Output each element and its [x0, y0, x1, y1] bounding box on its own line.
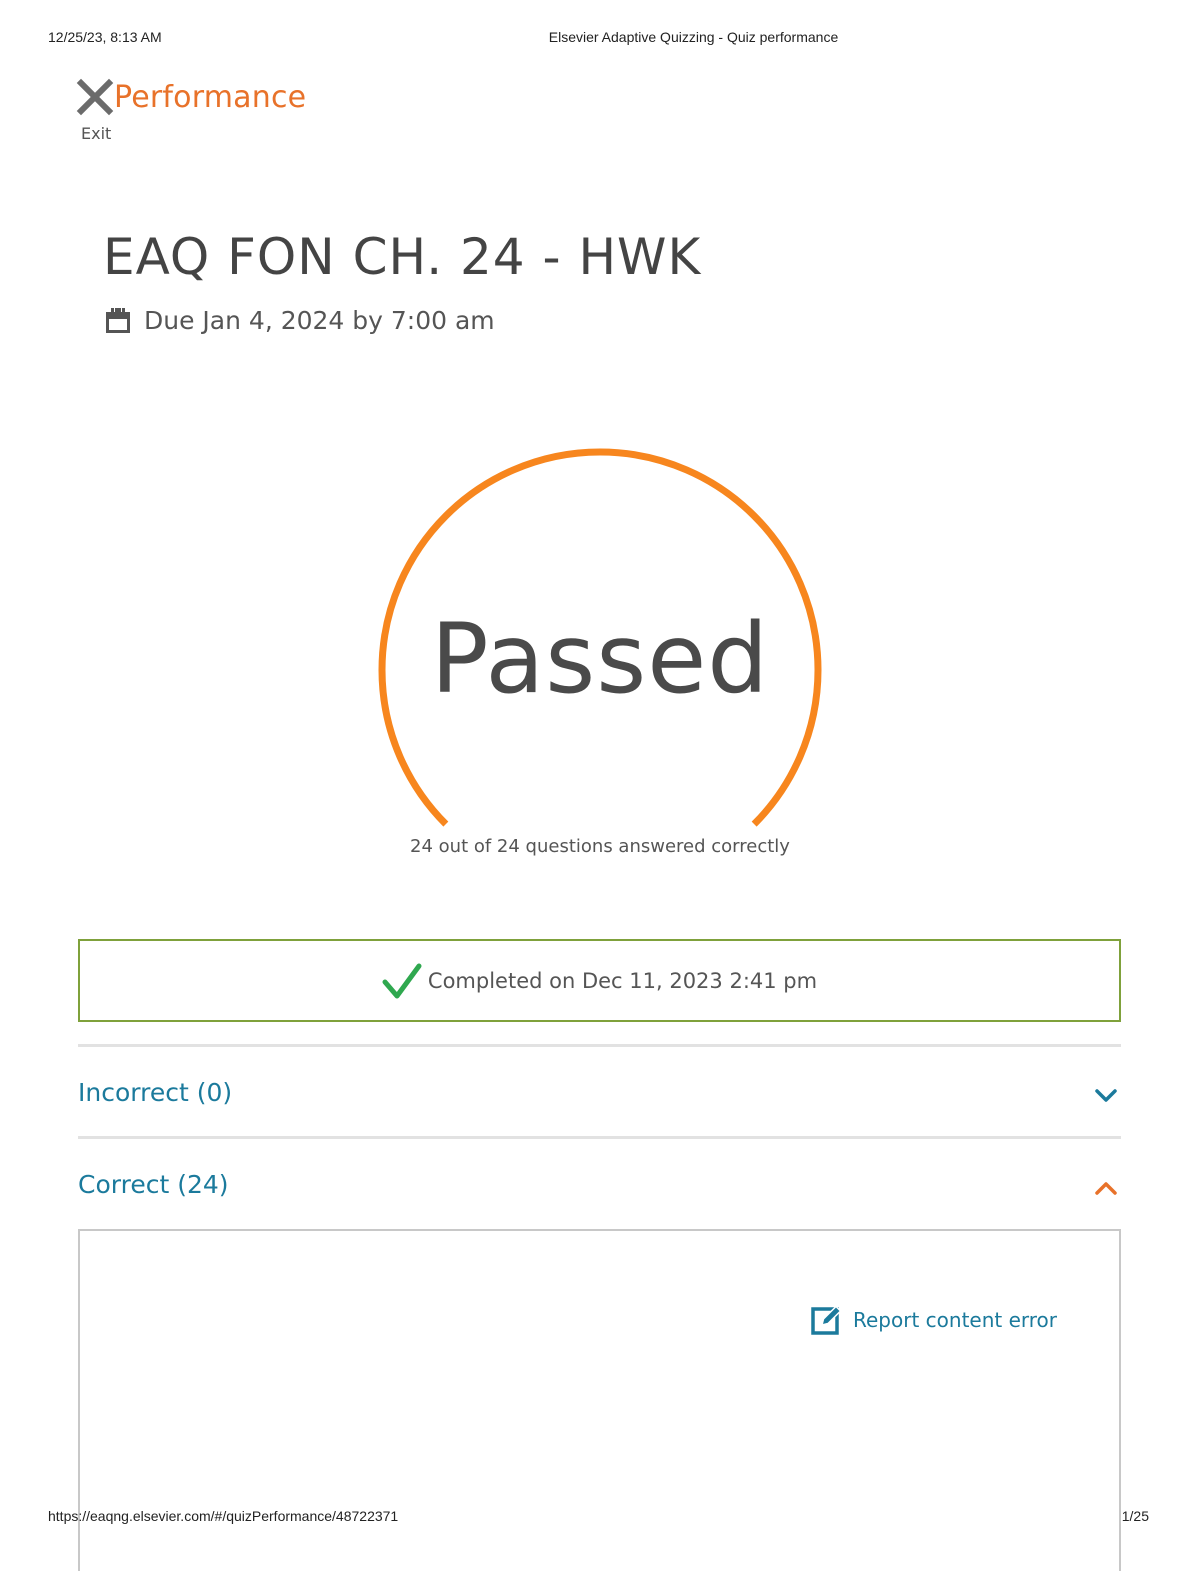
correct-section-label: Correct (24) — [78, 1170, 229, 1199]
score-gauge: Passed — [376, 448, 824, 838]
incorrect-section-toggle[interactable]: Incorrect (0) — [78, 1068, 1121, 1128]
print-url: https://eaqng.elsevier.com/#/quizPerform… — [48, 1508, 399, 1524]
divider — [78, 1136, 1121, 1139]
quiz-title: EAQ FON CH. 24 - HWK — [103, 228, 702, 286]
print-page-indicator: 1/25 — [1121, 1508, 1149, 1524]
due-text: Due Jan 4, 2024 by 7:00 am — [144, 306, 495, 335]
divider — [78, 1044, 1121, 1047]
completion-banner: Completed on Dec 11, 2023 2:41 pm — [78, 939, 1121, 1022]
calendar-icon — [106, 307, 130, 333]
report-content-error-label: Report content error — [853, 1308, 1058, 1332]
print-footer: https://eaqng.elsevier.com/#/quizPerform… — [0, 1508, 1200, 1528]
exit-label: Exit — [81, 124, 112, 143]
incorrect-section-label: Incorrect (0) — [78, 1078, 233, 1107]
checkmark-icon — [382, 963, 422, 998]
result-status: Passed — [430, 603, 770, 715]
due-date: Due Jan 4, 2024 by 7:00 am — [104, 306, 495, 335]
page-title: Performance — [114, 80, 307, 115]
chevron-down-icon — [1095, 1089, 1117, 1102]
print-page-title: Elsevier Adaptive Quizzing - Quiz perfor… — [548, 29, 839, 45]
print-header: 12/25/23, 8:13 AM Elsevier Adaptive Quiz… — [0, 29, 1200, 49]
score-summary: 24 out of 24 questions answered correctl… — [410, 836, 790, 857]
edit-icon — [811, 1305, 842, 1335]
completion-text: Completed on Dec 11, 2023 2:41 pm — [427, 968, 818, 993]
close-icon — [76, 78, 114, 116]
correct-section-toggle[interactable]: Correct (24) — [78, 1160, 1121, 1220]
chevron-up-icon — [1095, 1182, 1117, 1195]
report-content-error-link[interactable]: Report content error — [811, 1304, 1057, 1336]
